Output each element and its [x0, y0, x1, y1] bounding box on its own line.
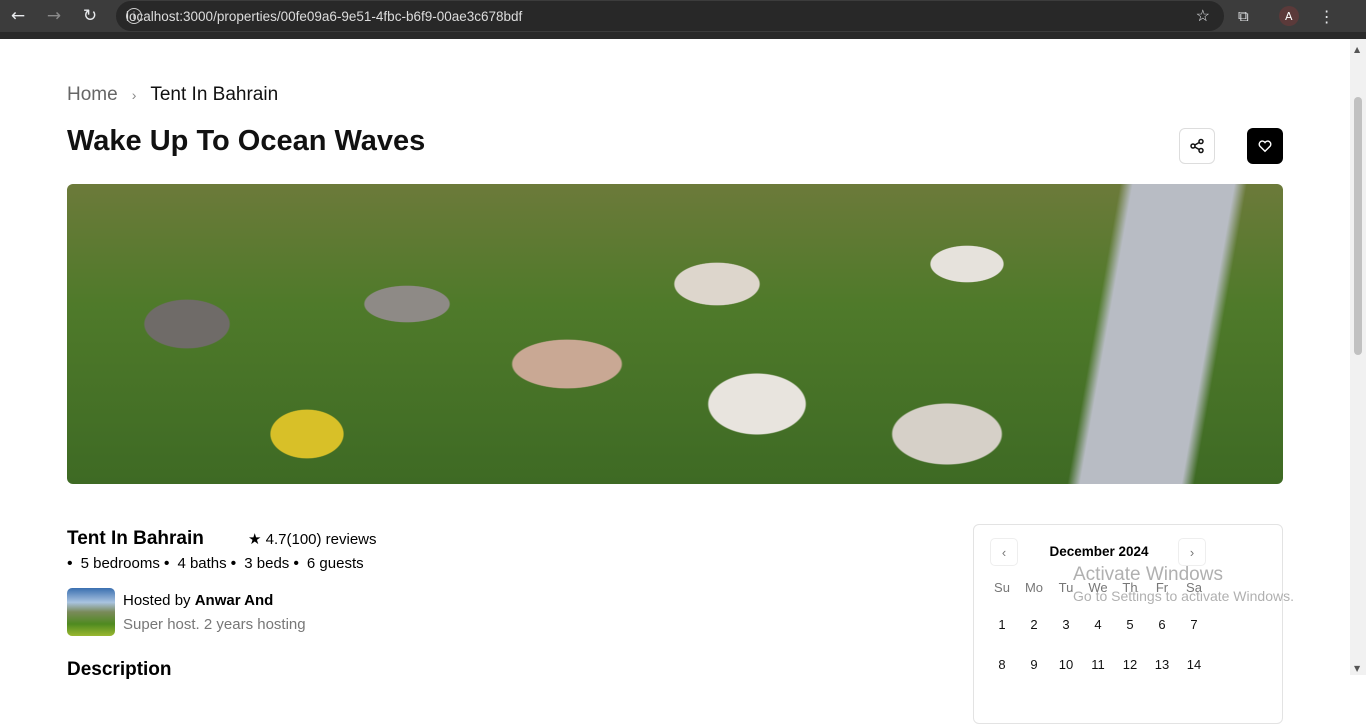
site-info-icon[interactable]: i: [126, 8, 142, 24]
forward-icon[interactable]: →: [36, 6, 72, 26]
host-avatar: [67, 588, 115, 636]
weekday-label: Su: [994, 580, 1010, 595]
address-bar[interactable]: i localhost:3000/properties/00fe09a6-9e5…: [116, 1, 1224, 31]
browser-toolbar: ← → ↻ i localhost:3000/properties/00fe09…: [0, 0, 1366, 32]
browser-menu-icon[interactable]: ⋮: [1319, 7, 1335, 26]
host-name: Anwar And: [194, 592, 274, 609]
page-title: Wake Up To Ocean Waves: [67, 125, 426, 157]
calendar-day[interactable]: 7: [1178, 617, 1210, 657]
bookmark-star-icon[interactable]: ☆: [1196, 6, 1210, 26]
calendar-day[interactable]: 5: [1114, 617, 1146, 657]
share-icon: [1190, 138, 1204, 154]
star-icon: ★: [248, 531, 262, 548]
bullet-icon: •: [230, 555, 237, 572]
calendar-day[interactable]: 2: [1018, 617, 1050, 657]
chevron-right-icon: ›: [131, 87, 137, 103]
booking-calendar: ‹ December 2024 › Su Mo Tu We Th Fr Sa 1…: [973, 524, 1283, 724]
breadcrumb-current: Tent In Bahrain: [150, 84, 279, 105]
scroll-down-icon[interactable]: ▼: [1354, 664, 1360, 673]
watermark-title: Activate Windows: [1073, 564, 1223, 585]
rating: ★ 4.7(100) reviews: [248, 530, 377, 548]
calendar-day[interactable]: 4: [1082, 617, 1114, 657]
scrollbar-thumb[interactable]: [1354, 97, 1362, 355]
weekday-label: Mo: [1024, 580, 1044, 595]
calendar-day[interactable]: 13: [1146, 657, 1178, 697]
calendar-day[interactable]: 12: [1114, 657, 1146, 697]
feature-bedrooms: 5 bedrooms: [80, 555, 160, 572]
bullet-icon: •: [293, 555, 299, 572]
watermark-subtitle: Go to Settings to activate Windows.: [1073, 588, 1294, 604]
scroll-up-icon[interactable]: ▲: [1354, 45, 1360, 54]
breadcrumb: Home › Tent In Bahrain: [67, 84, 278, 106]
host-subtitle: Super host. 2 years hosting: [123, 616, 306, 633]
back-icon[interactable]: ←: [0, 6, 36, 26]
favorite-button[interactable]: [1247, 128, 1283, 164]
feature-guests: 6 guests: [306, 555, 364, 572]
profile-avatar[interactable]: A: [1278, 6, 1299, 26]
calendar-day[interactable]: 10: [1050, 657, 1082, 697]
calendar-day[interactable]: 3: [1050, 617, 1082, 657]
rating-text: 4.7(100) reviews: [265, 531, 377, 548]
hosted-by: Hosted by Anwar And: [123, 592, 273, 609]
calendar-day[interactable]: 6: [1146, 617, 1178, 657]
calendar-day[interactable]: 11: [1082, 657, 1114, 697]
bullet-icon: •: [163, 555, 170, 572]
property-hero-image: [67, 184, 1283, 484]
description-heading: Description: [67, 659, 172, 680]
calendar-day[interactable]: 9: [1018, 657, 1050, 697]
hosted-by-label: Hosted by: [123, 592, 195, 609]
calendar-day[interactable]: 14: [1178, 657, 1210, 697]
url-text[interactable]: localhost:3000/properties/00fe09a6-9e51-…: [126, 9, 522, 24]
calendar-day[interactable]: 8: [986, 657, 1018, 697]
property-features: • 5 bedrooms • 4 baths • 3 beds • 6 guests: [67, 555, 368, 573]
breadcrumb-home-link[interactable]: Home: [67, 84, 118, 106]
extensions-icon[interactable]: ⧉: [1238, 7, 1249, 25]
heart-icon: [1258, 140, 1272, 153]
feature-baths: 4 baths: [177, 555, 227, 572]
chevron-right-icon: ›: [1189, 544, 1195, 560]
reload-icon[interactable]: ↻: [72, 6, 108, 26]
bullet-icon: •: [67, 555, 73, 572]
calendar-day[interactable]: 1: [986, 617, 1018, 657]
feature-beds: 3 beds: [244, 555, 290, 572]
windows-activation-watermark: Activate Windows Go to Settings to activ…: [1073, 564, 1294, 604]
page-scrollbar[interactable]: ▲ ▼: [1350, 39, 1366, 675]
next-month-button[interactable]: ›: [1178, 538, 1206, 566]
property-name: Tent In Bahrain: [67, 528, 204, 549]
share-button[interactable]: [1179, 128, 1215, 164]
